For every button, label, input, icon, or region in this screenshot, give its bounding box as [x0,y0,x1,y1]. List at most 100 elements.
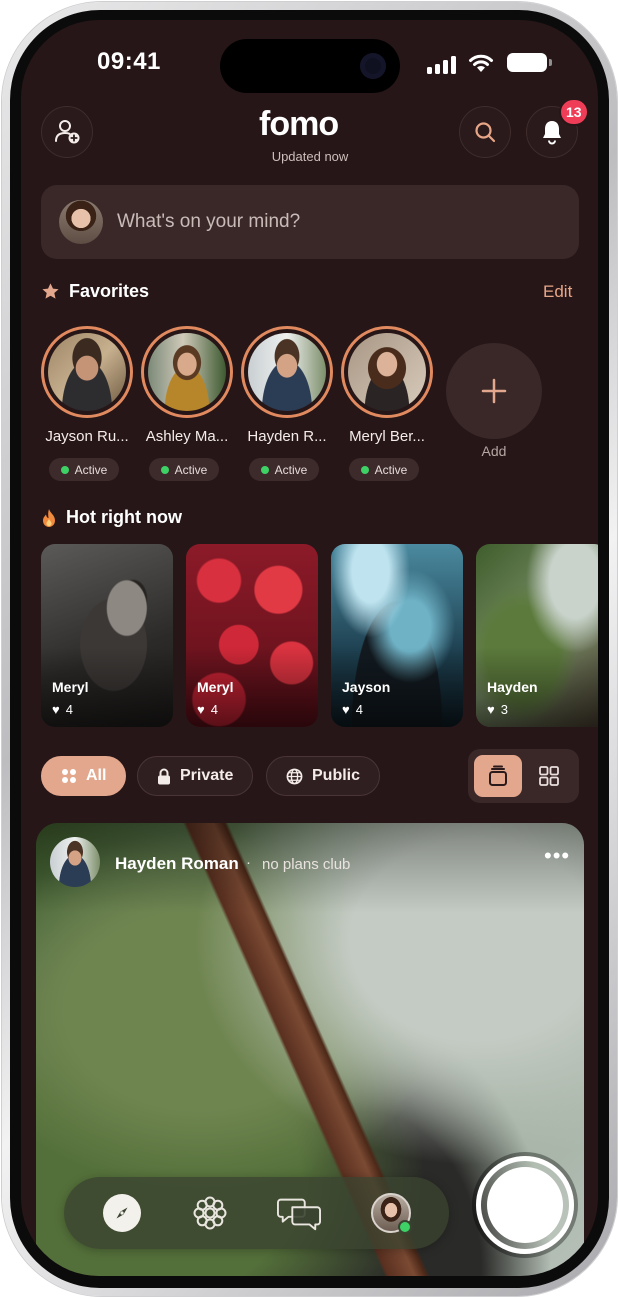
favorite-name: Jayson Ru... [45,428,129,445]
grid-dots-icon [62,769,76,783]
stack-view-button[interactable] [474,755,522,797]
likes-value: 3 [500,702,508,717]
hot-post-card[interactable]: Meryl ♥ 4 [41,544,173,727]
hot-heading: Hot right now [41,507,182,528]
favorite-avatar [348,333,426,411]
wifi-icon [469,54,493,72]
tab-profile[interactable] [369,1191,413,1235]
filter-all[interactable]: All [41,756,127,796]
active-status: Active [49,458,119,481]
active-status: Active [349,458,419,481]
hot-post-card[interactable]: Hayden ♥ 3 [476,544,598,727]
active-status: Active [149,458,219,481]
post-more-button[interactable]: ••• [544,843,570,869]
hot-post-author: Jayson [342,679,391,695]
add-favorite-label: Add [481,443,507,459]
likes-value: 4 [65,702,73,717]
status-label: Active [74,462,108,477]
tab-explore[interactable] [100,1191,144,1235]
lock-icon [158,768,170,784]
composer-placeholder: What's on your mind? [117,211,301,232]
dynamic-island [220,39,400,93]
add-person-icon [55,120,80,144]
online-dot [160,465,169,474]
user-avatar [59,200,103,244]
favorite-avatar-ring [41,326,133,418]
add-favorite-button[interactable] [446,343,542,439]
status-label: Active [174,462,208,477]
capture-button[interactable] [476,1156,574,1254]
heart-icon: ♥ [197,702,205,717]
tab-feed[interactable] [188,1191,232,1235]
post-separator: · [246,854,251,871]
likes-value: 4 [210,702,218,717]
online-dot [360,465,369,474]
favorite-name: Ashley Ma... [145,428,229,445]
hot-title: Hot right now [66,507,182,527]
flower-icon [193,1196,227,1230]
filter-all-label: All [86,767,107,784]
notification-badge: 13 [559,98,589,126]
camera-icon [360,53,386,79]
filter-private-label: Private [180,767,234,784]
grid-icon [539,766,559,786]
favorites-heading: Favorites [41,281,149,302]
likes-value: 4 [355,702,363,717]
update-status: Updated now [271,149,349,164]
hot-post-author: Meryl [197,679,234,695]
add-friend-button[interactable] [41,106,93,158]
tab-chat[interactable] [277,1191,321,1235]
plus-icon [481,378,507,404]
like-count: ♥ 4 [52,702,73,717]
status-label: Active [274,462,308,477]
active-status: Active [249,458,319,481]
status-time: 09:41 [97,48,161,75]
bottom-tab-bar [64,1177,449,1249]
edit-favorites-link[interactable]: Edit [543,282,572,302]
like-count: ♥ 3 [487,702,508,717]
hot-post-card[interactable]: Meryl ♥ 4 [186,544,318,727]
post-group-name[interactable]: no plans club [262,856,350,873]
heart-icon: ♥ [342,702,350,717]
post-author-name[interactable]: Hayden Roman [115,854,239,874]
view-toggle [468,749,579,803]
chat-bubbles-icon [277,1198,321,1231]
search-button[interactable] [459,106,511,158]
signal-icon [427,56,459,74]
hot-post-card[interactable]: Jayson ♥ 4 [331,544,463,727]
brand-wordmark: fomo [259,104,339,143]
stack-icon [489,765,507,786]
favorite-avatar-ring [341,326,433,418]
favorite-avatar [48,333,126,411]
favorite-avatar-ring [141,326,233,418]
like-count: ♥ 4 [197,702,218,717]
online-dot [260,465,269,474]
status-label: Active [374,462,408,477]
post-composer[interactable]: What's on your mind? [41,185,579,259]
online-indicator [398,1220,412,1234]
bell-icon [543,121,561,145]
online-dot [60,465,69,474]
post-author-avatar[interactable] [50,837,100,887]
star-icon [42,283,59,299]
favorites-title: Favorites [69,281,150,301]
search-icon [475,122,496,143]
globe-icon [286,768,303,784]
app-logo: fomo [259,104,339,144]
favorite-name: Meryl Ber... [349,428,425,445]
battery-icon [507,53,552,72]
grid-view-button[interactable] [525,755,573,797]
app-screen: 09:41 fomo Updated now 13 What's on your… [21,20,598,1276]
filter-private[interactable]: Private [137,756,254,796]
favorite-avatar [148,333,226,411]
hot-post-author: Hayden [487,679,538,695]
filter-public-label: Public [312,767,361,784]
flame-icon [43,508,55,527]
compass-icon [103,1194,141,1232]
heart-icon: ♥ [487,702,495,717]
favorite-avatar-ring [241,326,333,418]
favorite-name: Hayden R... [247,428,327,445]
favorite-avatar [248,333,326,411]
heart-icon: ♥ [52,702,60,717]
filter-public[interactable]: Public [266,756,381,796]
